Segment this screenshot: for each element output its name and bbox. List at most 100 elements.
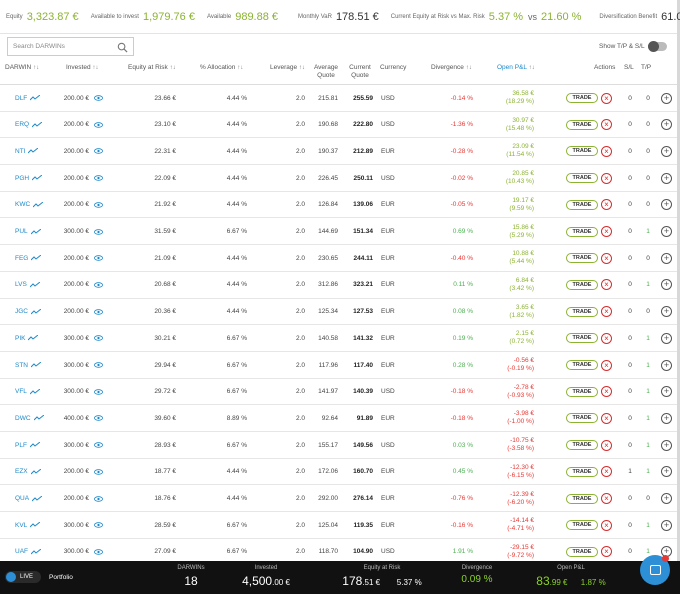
darwin-name[interactable]: DLF xyxy=(15,95,27,102)
darwin-name[interactable]: ERQ xyxy=(15,121,29,128)
live-toggle-knob[interactable] xyxy=(6,572,16,582)
close-position-icon[interactable]: × xyxy=(601,359,612,371)
close-position-icon[interactable]: × xyxy=(601,493,612,504)
eye-icon[interactable] xyxy=(94,228,103,235)
table-row[interactable]: $ EZX 200.00 € 18.77 € 4.44 % 2.0 172.06 160.70… xyxy=(0,459,677,486)
eye-icon[interactable] xyxy=(94,282,103,288)
close-position-icon[interactable]: × xyxy=(601,439,612,451)
table-row[interactable]: $ NTI 200.00 € 22.31 € 4.44 % 2.0 190.37 212.89… xyxy=(0,138,677,166)
sort-icon[interactable]: ↑↓ xyxy=(237,65,243,71)
search-input[interactable] xyxy=(13,43,113,50)
plus-icon[interactable]: + xyxy=(661,386,672,398)
portfolio-label[interactable]: Portfolio xyxy=(49,574,73,581)
table-row[interactable]: $ JGC 200.00 € 20.36 € 4.44 % 2.0 125.34 127.53… xyxy=(0,299,677,326)
darwin-name[interactable]: PLF xyxy=(15,442,27,449)
trade-button[interactable]: TRADE xyxy=(566,546,598,557)
darwin-name[interactable]: JGC xyxy=(15,308,28,315)
plus-icon[interactable]: + xyxy=(661,226,672,237)
trend-chart-icon[interactable] xyxy=(30,95,41,101)
close-position-icon[interactable]: × xyxy=(601,119,612,131)
close-position-icon[interactable]: × xyxy=(601,412,612,424)
close-position-icon[interactable]: × xyxy=(601,145,612,157)
trade-button[interactable]: TRADE xyxy=(566,146,598,157)
close-position-icon[interactable]: × xyxy=(601,466,612,478)
darwin-name[interactable]: DWC xyxy=(15,415,31,422)
eye-icon[interactable] xyxy=(94,175,103,181)
eye-icon[interactable] xyxy=(94,121,103,128)
eye-icon[interactable] xyxy=(94,255,103,261)
trade-button[interactable]: TRADE xyxy=(566,413,598,424)
table-row[interactable]: $ STN 300.00 € 29.94 € 6.67 % 2.0 117.96 117.40… xyxy=(0,352,677,379)
trade-button[interactable]: TRADE xyxy=(566,520,598,531)
table-row[interactable]: $ LVS 200.00 € 20.68 € 4.44 % 2.0 312.86 323.21… xyxy=(0,272,677,299)
plus-icon[interactable]: + xyxy=(661,466,672,478)
trade-button[interactable]: TRADE xyxy=(566,173,598,184)
table-row[interactable]: $ PIK 300.00 € 30.21 € 6.67 % 2.0 140.58 141.32… xyxy=(0,325,677,352)
darwin-name[interactable]: QUA xyxy=(15,495,29,502)
plus-icon[interactable]: + xyxy=(661,199,672,211)
eye-icon[interactable] xyxy=(94,335,103,342)
trade-button[interactable]: TRADE xyxy=(566,279,598,290)
close-position-icon[interactable]: × xyxy=(601,226,612,237)
trend-chart-icon[interactable] xyxy=(29,442,40,448)
trend-chart-icon[interactable] xyxy=(29,388,40,395)
eye-icon[interactable] xyxy=(94,388,103,395)
trade-button[interactable]: TRADE xyxy=(566,253,598,264)
show-tp-sl-toggle[interactable] xyxy=(648,41,667,52)
trend-chart-icon[interactable] xyxy=(30,522,41,528)
plus-icon[interactable]: + xyxy=(661,439,672,451)
header-invested[interactable]: Invested ↑↓ xyxy=(66,64,98,72)
close-position-icon[interactable]: × xyxy=(601,306,612,318)
table-row[interactable]: $ PUL 300.00 € 31.59 € 6.67 % 2.0 144.69 151.34… xyxy=(0,219,677,246)
trade-button[interactable]: TRADE xyxy=(566,440,598,451)
plus-icon[interactable]: + xyxy=(661,412,672,424)
darwin-name[interactable]: KVL xyxy=(15,522,27,529)
plus-icon[interactable]: + xyxy=(661,145,672,157)
close-position-icon[interactable]: × xyxy=(601,546,612,558)
plus-icon[interactable]: + xyxy=(661,92,672,104)
close-position-icon[interactable]: × xyxy=(601,172,612,184)
close-position-icon[interactable]: × xyxy=(601,199,612,211)
darwin-name[interactable]: PGH xyxy=(15,175,29,182)
table-row[interactable]: $ ERQ 200.00 € 23.10 € 4.44 % 2.0 190.68 222.80… xyxy=(0,112,677,139)
sort-icon[interactable]: ↑↓ xyxy=(299,65,305,71)
darwin-name[interactable]: EZX xyxy=(15,468,28,475)
plus-icon[interactable]: + xyxy=(661,119,672,131)
table-row[interactable]: $ PGH 200.00 € 22.09 € 4.44 % 2.0 226.45 250.11… xyxy=(0,165,677,192)
search-icon[interactable] xyxy=(117,42,128,53)
header-equity-at-risk[interactable]: Equity at Risk ↑↓ xyxy=(128,64,176,72)
eye-icon[interactable] xyxy=(94,148,103,155)
eye-icon[interactable] xyxy=(94,522,103,528)
trend-chart-icon[interactable] xyxy=(29,281,40,288)
eye-icon[interactable] xyxy=(94,415,103,422)
darwin-name[interactable]: UAF xyxy=(15,548,28,555)
plus-icon[interactable]: + xyxy=(661,279,672,291)
darwin-name[interactable]: PIK xyxy=(15,335,25,342)
header-darwin[interactable]: DARWIN ↑↓ xyxy=(5,64,39,72)
close-position-icon[interactable]: × xyxy=(601,519,612,531)
table-row[interactable]: $ FEG 200.00 € 21.09 € 4.44 % 2.0 230.65 244.11… xyxy=(0,245,677,272)
eye-icon[interactable] xyxy=(94,495,103,502)
trade-button[interactable]: TRADE xyxy=(566,119,598,130)
table-row[interactable]: $ DLF 200.00 € 23.66 € 4.44 % 2.0 215.81 255.59… xyxy=(0,85,677,112)
trade-button[interactable]: TRADE xyxy=(566,493,598,504)
table-row[interactable]: $ KVL 300.00 € 28.59 € 6.67 % 2.0 125.04 119.35… xyxy=(0,512,677,539)
trade-button[interactable]: TRADE xyxy=(566,199,598,210)
eye-icon[interactable] xyxy=(94,95,103,101)
trend-chart-icon[interactable] xyxy=(28,148,39,154)
header-leverage[interactable]: Leverage ↑↓ xyxy=(270,64,305,72)
darwin-name[interactable]: KWC xyxy=(15,201,30,208)
darwin-name[interactable]: PUL xyxy=(15,228,28,235)
plus-icon[interactable]: + xyxy=(661,252,672,264)
plus-icon[interactable]: + xyxy=(661,172,672,184)
table-row[interactable]: $ PLF 300.00 € 28.93 € 6.67 % 2.0 155.17 149.56… xyxy=(0,432,677,459)
header-open-pl[interactable]: Open P&L ↑↓ xyxy=(497,64,535,72)
close-position-icon[interactable]: × xyxy=(601,386,612,398)
eye-icon[interactable] xyxy=(94,549,103,555)
trade-button[interactable]: TRADE xyxy=(566,386,598,397)
header-allocation[interactable]: % Allocation ↑↓ xyxy=(200,64,243,72)
darwin-name[interactable]: STN xyxy=(15,362,28,369)
plus-icon[interactable]: + xyxy=(661,332,672,344)
header-divergence[interactable]: Divergence ↑↓ xyxy=(431,64,472,72)
plus-icon[interactable]: + xyxy=(661,306,672,318)
